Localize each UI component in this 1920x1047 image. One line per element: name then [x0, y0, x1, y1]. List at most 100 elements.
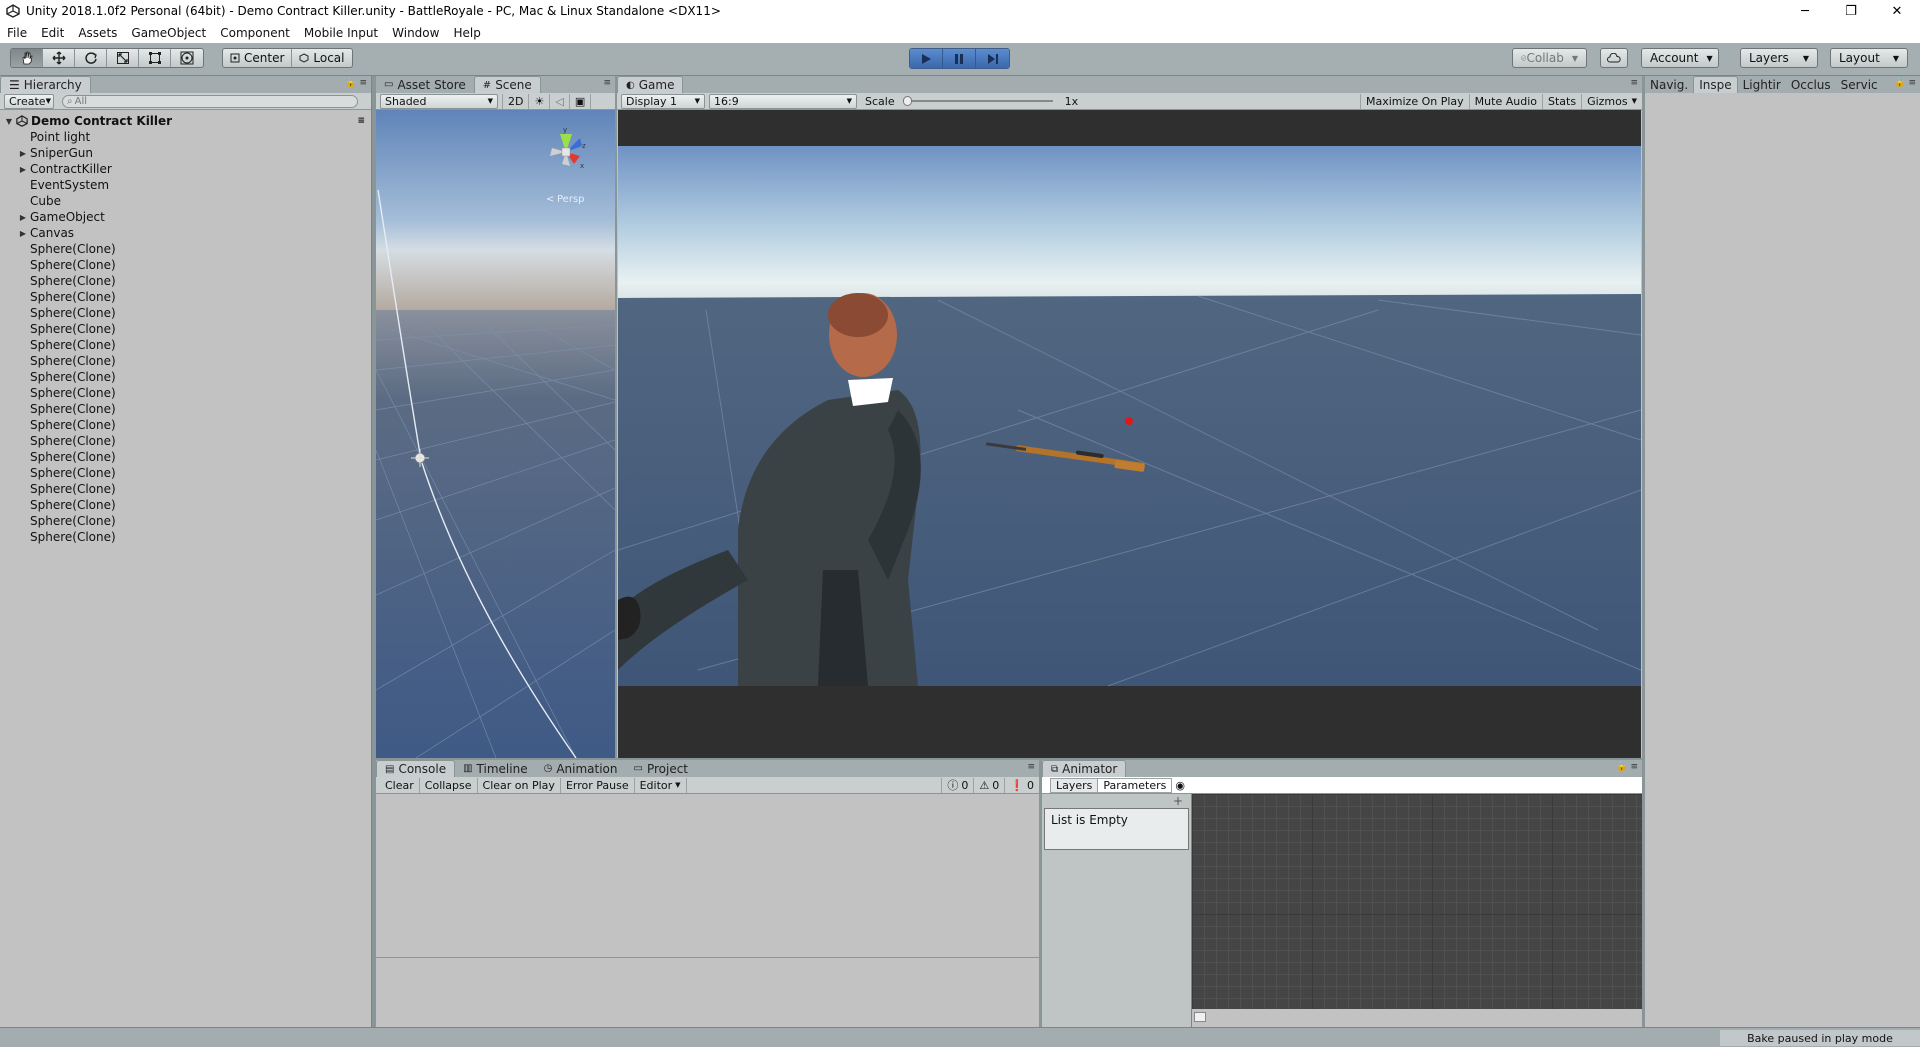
menu-help[interactable]: Help [446, 26, 487, 40]
hierarchy-item[interactable]: ▶ SniperGun [0, 145, 371, 161]
foldout-closed-icon[interactable]: ▶ [18, 165, 28, 174]
foldout-closed-icon[interactable]: ▶ [18, 149, 28, 158]
pivot-local-button[interactable]: Local [292, 49, 351, 67]
panel-menu-icon[interactable]: ≡ [603, 78, 611, 88]
create-dropdown[interactable]: Create ▼ [4, 93, 54, 109]
foldout-closed-icon[interactable]: ▶ [18, 229, 28, 238]
error-filter-toggle[interactable]: ❗ 0 [1005, 778, 1039, 793]
layout-dropdown[interactable]: Layout ▼ [1830, 48, 1908, 68]
hierarchy-item[interactable]: ▶ GameObject [0, 209, 371, 225]
hierarchy-search-input[interactable]: ⌕ All [62, 94, 358, 108]
hierarchy-item[interactable]: Sphere(Clone) [0, 449, 371, 465]
rect-tool-button[interactable] [139, 49, 171, 67]
pivot-center-button[interactable]: Center [223, 49, 293, 67]
hierarchy-item[interactable]: Sphere(Clone) [0, 385, 371, 401]
foldout-closed-icon[interactable]: ▶ [18, 213, 28, 222]
hierarchy-item[interactable]: Point light [0, 129, 371, 145]
warning-filter-toggle[interactable]: ⚠ 0 [974, 777, 1006, 793]
tab-navigation[interactable]: Navig. [1645, 76, 1693, 93]
hierarchy-item[interactable]: Cube [0, 193, 371, 209]
cloud-button[interactable] [1600, 48, 1628, 68]
scale-slider[interactable] [902, 96, 1053, 106]
2d-toggle[interactable]: 2D [502, 93, 530, 109]
hierarchy-item[interactable]: Sphere(Clone) [0, 321, 371, 337]
effects-toggle[interactable]: ▣ [570, 93, 592, 109]
hierarchy-item[interactable]: EventSystem [0, 177, 371, 193]
error-pause-toggle[interactable]: Error Pause [561, 777, 635, 793]
pause-button[interactable] [943, 49, 976, 68]
hierarchy-item[interactable]: Sphere(Clone) [0, 497, 371, 513]
panel-menu-icon[interactable]: 🔒 ≡ [1616, 762, 1638, 772]
hierarchy-item[interactable]: Sphere(Clone) [0, 481, 371, 497]
tab-services[interactable]: Servic [1836, 76, 1883, 93]
scene-menu-icon[interactable]: ≡ [357, 116, 365, 126]
console-log-area[interactable] [376, 794, 1039, 1027]
maximize-on-play-toggle[interactable]: Maximize On Play [1361, 93, 1470, 109]
hand-tool-button[interactable] [11, 49, 43, 67]
tab-animation[interactable]: ◷ Animation [536, 760, 626, 777]
hierarchy-item[interactable]: Sphere(Clone) [0, 305, 371, 321]
tab-hierarchy[interactable]: ☰ Hierarchy [0, 76, 91, 93]
scale-tool-button[interactable] [107, 49, 139, 67]
animator-scroll-handle[interactable] [1194, 1012, 1206, 1022]
tab-animator[interactable]: ⧉ Animator [1042, 760, 1127, 777]
hierarchy-item[interactable]: ▶ ContractKiller [0, 161, 371, 177]
hierarchy-item[interactable]: Sphere(Clone) [0, 401, 371, 417]
foldout-open-icon[interactable]: ▼ [4, 117, 14, 126]
panel-menu-icon[interactable]: ≡ [1630, 78, 1638, 88]
layers-dropdown[interactable]: Layers ▼ [1740, 48, 1818, 68]
menu-file[interactable]: File [0, 26, 34, 40]
menu-component[interactable]: Component [213, 26, 297, 40]
game-viewport[interactable] [618, 110, 1641, 758]
panel-menu-icon[interactable]: 🔒 ≡ [1894, 78, 1916, 88]
tab-asset-store[interactable]: ▭ Asset Store [376, 76, 474, 93]
hierarchy-item[interactable]: Sphere(Clone) [0, 257, 371, 273]
shading-dropdown[interactable]: Shaded ▼ [380, 93, 498, 109]
hierarchy-item[interactable]: ▶ Canvas [0, 225, 371, 241]
add-layer-button[interactable]: + [1042, 794, 1191, 808]
menu-assets[interactable]: Assets [71, 26, 124, 40]
collapse-toggle[interactable]: Collapse [420, 777, 478, 793]
console-divider[interactable] [376, 957, 1039, 958]
animator-graph-canvas[interactable] [1192, 794, 1642, 1009]
hierarchy-item[interactable]: Sphere(Clone) [0, 529, 371, 545]
panel-menu-icon[interactable]: ≡ [1027, 762, 1035, 772]
move-tool-button[interactable] [43, 49, 75, 67]
hierarchy-item[interactable]: Sphere(Clone) [0, 369, 371, 385]
step-button[interactable] [976, 49, 1009, 68]
aspect-dropdown[interactable]: 16:9 ▼ [709, 93, 857, 109]
tab-lighting[interactable]: Lightir [1738, 76, 1786, 93]
menu-edit[interactable]: Edit [34, 26, 71, 40]
scene-viewport[interactable]: y z x Persp < [376, 110, 615, 758]
tab-project[interactable]: ▭ Project [626, 760, 697, 777]
minimize-button[interactable]: ─ [1782, 0, 1828, 22]
transform-tool-button[interactable] [171, 49, 203, 67]
play-button[interactable] [910, 49, 943, 68]
tab-inspector[interactable]: Inspe [1693, 76, 1738, 93]
menu-gameobject[interactable]: GameObject [124, 26, 213, 40]
hierarchy-item[interactable]: Sphere(Clone) [0, 513, 371, 529]
mute-audio-toggle[interactable]: Mute Audio [1470, 93, 1543, 109]
scene-root-row[interactable]: ▼ Demo Contract Killer ≡ [0, 113, 371, 129]
menu-window[interactable]: Window [385, 26, 446, 40]
panel-menu-icon[interactable]: 🔒 ≡ [345, 78, 367, 88]
hierarchy-item[interactable]: Sphere(Clone) [0, 273, 371, 289]
animator-layers-tab[interactable]: Layers [1050, 777, 1099, 793]
info-filter-toggle[interactable]: ⓘ 0 [942, 777, 975, 793]
editor-dropdown[interactable]: Editor ▼ [635, 777, 687, 793]
hierarchy-item[interactable]: Sphere(Clone) [0, 417, 371, 433]
tab-occlusion[interactable]: Occlus [1786, 76, 1836, 93]
gizmos-dropdown[interactable]: Gizmos ▼ [1582, 94, 1642, 109]
tab-scene[interactable]: # Scene [473, 76, 541, 93]
animator-parameters-tab[interactable]: Parameters [1098, 777, 1173, 793]
clear-on-play-toggle[interactable]: Clear on Play [478, 777, 561, 793]
hierarchy-item[interactable]: Sphere(Clone) [0, 241, 371, 257]
collab-dropdown[interactable]: Collab ▼ [1512, 48, 1587, 68]
account-dropdown[interactable]: Account ▼ [1641, 48, 1719, 68]
stats-toggle[interactable]: Stats [1543, 93, 1583, 109]
hierarchy-item[interactable]: Sphere(Clone) [0, 353, 371, 369]
hierarchy-item[interactable]: Sphere(Clone) [0, 289, 371, 305]
menu-mobile-input[interactable]: Mobile Input [297, 26, 385, 40]
rotate-tool-button[interactable] [75, 49, 107, 67]
hierarchy-item[interactable]: Sphere(Clone) [0, 465, 371, 481]
